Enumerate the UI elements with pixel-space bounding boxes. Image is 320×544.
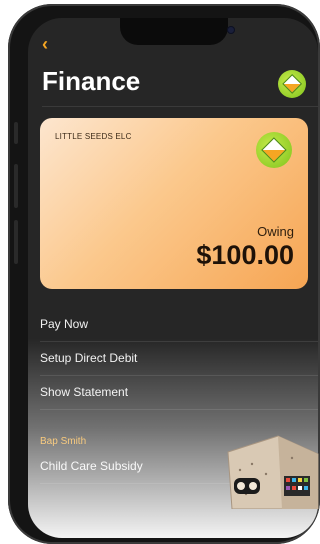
child-care-subsidy-label: Child Care Subsidy — [40, 459, 143, 473]
mute-switch — [14, 122, 18, 144]
back-chevron-icon[interactable]: ‹ — [42, 34, 48, 55]
page-title: Finance — [42, 66, 141, 96]
organization-name: LITTLE SEEDS ELC — [55, 132, 132, 141]
volume-down-button — [14, 220, 18, 264]
show-statement-item[interactable]: Show Statement — [40, 376, 318, 410]
balance-amount: $100.00 — [196, 240, 294, 270]
header-divider — [42, 106, 318, 107]
camera-icon — [227, 26, 235, 34]
balance-card[interactable]: LITTLE SEEDS ELC Owing $100.00 — [40, 118, 308, 289]
setup-direct-debit-label: Setup Direct Debit — [40, 351, 138, 365]
show-statement-label: Show Statement — [40, 385, 129, 399]
pay-now-item[interactable]: Pay Now — [40, 308, 318, 342]
app-logo-icon[interactable] — [278, 70, 306, 98]
volume-up-button — [14, 164, 18, 208]
balance-status-label: Owing — [257, 224, 294, 239]
setup-direct-debit-item[interactable]: Setup Direct Debit — [40, 342, 318, 376]
notch — [120, 18, 235, 45]
child-name-heading: Bap Smith — [40, 436, 87, 447]
organization-logo-icon — [256, 132, 292, 168]
robot-decoration-image — [227, 435, 319, 509]
pay-now-label: Pay Now — [40, 317, 89, 331]
